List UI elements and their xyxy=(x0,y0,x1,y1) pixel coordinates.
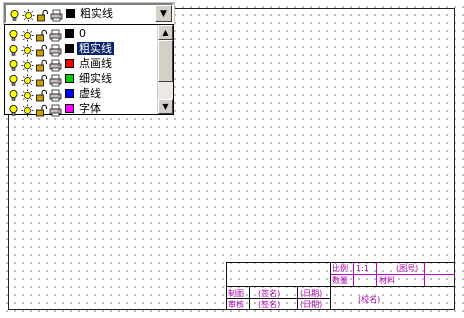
checked-label: 审核 xyxy=(228,300,244,309)
list-scrollbar[interactable]: ▲ ▼ xyxy=(157,25,173,114)
layer-name: 点画线 xyxy=(79,57,112,70)
quantity-label: 数量 xyxy=(332,276,348,285)
drawing-number: (图号) xyxy=(396,264,419,273)
arrow-down-icon: ▼ xyxy=(162,102,169,111)
tb-line xyxy=(226,262,455,263)
tb-line xyxy=(330,262,331,310)
layer-color-swatch[interactable] xyxy=(65,29,74,38)
layer-color-swatch[interactable] xyxy=(65,74,74,83)
checked-sign: (签名) xyxy=(258,300,281,309)
lightbulb-on-icon[interactable] xyxy=(7,27,20,41)
material-label: 材料 xyxy=(379,276,395,285)
printer-icon[interactable] xyxy=(49,87,62,102)
drawn-label: 制图 xyxy=(228,289,244,298)
current-layer-name: 粗实线 xyxy=(80,7,113,20)
sun-thaw-icon[interactable] xyxy=(21,87,34,102)
printer-icon[interactable] xyxy=(50,7,63,22)
layer-name: 细实线 xyxy=(79,72,112,85)
sun-thaw-icon[interactable] xyxy=(21,57,34,72)
scroll-down-button[interactable]: ▼ xyxy=(158,99,173,114)
printer-icon[interactable] xyxy=(49,72,62,87)
unlock-icon[interactable] xyxy=(35,102,48,117)
scale-value: 1:1 xyxy=(356,264,369,273)
layer-name: 0 xyxy=(79,27,86,40)
layer-name: 字体 xyxy=(79,102,101,115)
tb-line xyxy=(353,262,354,286)
tb-line xyxy=(297,286,298,310)
sun-thaw-icon[interactable] xyxy=(22,7,35,22)
scroll-thumb[interactable] xyxy=(158,40,173,82)
tb-line xyxy=(249,286,250,310)
printer-icon[interactable] xyxy=(49,42,62,57)
tb-line xyxy=(424,262,425,286)
layer-list-item[interactable]: 0 xyxy=(7,26,153,42)
layer-color-swatch[interactable] xyxy=(65,104,74,113)
unlock-icon[interactable] xyxy=(35,42,48,57)
scale-label: 比例 xyxy=(332,264,348,273)
unlock-icon[interactable] xyxy=(35,72,48,87)
lightbulb-on-icon[interactable] xyxy=(7,102,20,116)
lightbulb-on-icon[interactable] xyxy=(7,72,20,86)
tb-line xyxy=(376,262,377,286)
sun-thaw-icon[interactable] xyxy=(21,102,34,117)
tb-line xyxy=(226,286,455,287)
layer-name: 粗实线 xyxy=(77,42,114,55)
tb-line xyxy=(330,274,455,275)
unlock-icon[interactable] xyxy=(35,87,48,102)
current-layer-color-swatch xyxy=(66,9,75,18)
lightbulb-on-icon[interactable] xyxy=(7,42,20,56)
layer-list-item[interactable]: 细实线 xyxy=(7,71,153,87)
lightbulb-on-icon[interactable] xyxy=(7,57,20,71)
arrow-up-icon: ▲ xyxy=(162,28,169,37)
layer-list-item[interactable]: 粗实线 xyxy=(7,41,153,57)
sun-thaw-icon[interactable] xyxy=(21,72,34,87)
unlock-icon[interactable] xyxy=(35,57,48,72)
layer-color-swatch[interactable] xyxy=(65,59,74,68)
school-name: (校名) xyxy=(358,295,381,304)
sun-thaw-icon[interactable] xyxy=(21,42,34,57)
chevron-down-icon: ▼ xyxy=(160,8,167,19)
combo-dropdown-button[interactable]: ▼ xyxy=(155,5,172,22)
printer-icon[interactable] xyxy=(49,102,62,117)
layer-name: 虚线 xyxy=(79,87,101,100)
title-block: 比例 1:1 (图号) 数量 材料 制图 (签名) (日期) 审核 (签名) (… xyxy=(226,262,455,310)
layer-dropdown-list[interactable]: ▲ ▼ 0 粗实线点画线细实线虚线字体 xyxy=(4,24,174,117)
layer-list-item[interactable]: 虚线 xyxy=(7,86,153,102)
sun-thaw-icon[interactable] xyxy=(21,27,34,42)
layer-color-swatch[interactable] xyxy=(65,44,74,53)
layer-list-item[interactable]: 字体 xyxy=(7,101,153,117)
unlock-icon[interactable] xyxy=(36,7,49,22)
current-layer-row: 粗实线 xyxy=(8,6,154,22)
lightbulb-on-icon[interactable] xyxy=(8,7,21,21)
layer-list-item[interactable]: 点画线 xyxy=(7,56,153,72)
layer-color-swatch[interactable] xyxy=(65,89,74,98)
layer-combo-box[interactable]: 粗实线 ▼ xyxy=(4,3,174,24)
printer-icon[interactable] xyxy=(49,57,62,72)
checked-date: (日期) xyxy=(300,300,323,309)
printer-icon[interactable] xyxy=(49,27,62,42)
drawn-date: (日期) xyxy=(300,289,323,298)
drawn-sign: (签名) xyxy=(258,289,281,298)
scroll-up-button[interactable]: ▲ xyxy=(158,25,173,40)
lightbulb-on-icon[interactable] xyxy=(7,87,20,101)
unlock-icon[interactable] xyxy=(35,27,48,42)
tb-line xyxy=(226,298,330,299)
